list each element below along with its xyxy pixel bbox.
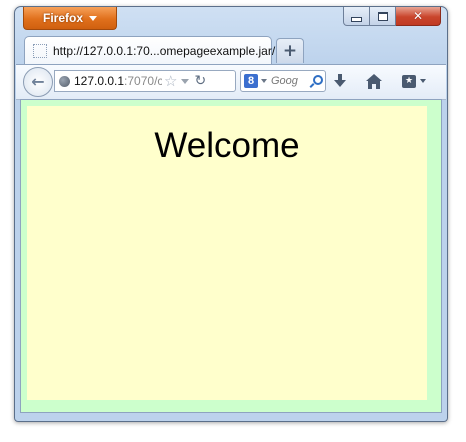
home-button[interactable]: [366, 73, 382, 89]
chevron-down-icon: [89, 15, 97, 21]
search-input-placeholder: Goog: [271, 75, 298, 87]
window-controls: ✕: [343, 7, 441, 26]
downloads-button[interactable]: [332, 73, 348, 89]
star-icon[interactable]: ☆: [164, 73, 177, 89]
page-heading: Welcome: [154, 126, 300, 165]
bookmarks-menu-button[interactable]: ★: [402, 73, 434, 89]
tab-title: http://127.0.0.1:70...omepageexample.jar…: [53, 43, 276, 58]
page-viewport: Welcome: [20, 99, 442, 413]
tab-active[interactable]: http://127.0.0.1:70...omepageexample.jar…: [24, 36, 276, 64]
search-engine-icon[interactable]: 8: [244, 74, 258, 88]
browser-window: Firefox ✕ http://127.0.0.1:70...omepagee…: [14, 6, 448, 422]
back-button[interactable]: ←: [23, 67, 53, 97]
search-engine-chevron-icon[interactable]: [261, 79, 267, 83]
search-bar[interactable]: 8 Goog: [240, 70, 326, 92]
maximize-button[interactable]: [370, 7, 396, 26]
url-path: :7070/c: [124, 74, 162, 88]
download-arrow-icon: [334, 73, 346, 87]
navigation-toolbar: ← 127.0.0.1:7070/c ☆ ↻ 8 Goog ★: [16, 64, 446, 100]
plus-icon: +: [282, 40, 298, 61]
firefox-menu-label: Firefox: [42, 11, 83, 25]
close-icon: ✕: [412, 9, 424, 23]
firefox-menu-button[interactable]: Firefox: [23, 7, 117, 30]
home-icon: [366, 73, 382, 89]
new-tab-button[interactable]: +: [276, 38, 304, 63]
url-text: 127.0.0.1:7070/c: [74, 74, 162, 88]
url-history-dropdown-icon[interactable]: [181, 78, 190, 84]
close-button[interactable]: ✕: [396, 7, 441, 26]
maximize-icon: [377, 11, 388, 21]
url-host: 127.0.0.1: [74, 74, 125, 88]
bookmarks-icon: ★: [402, 74, 416, 88]
page-favicon-icon: [33, 43, 47, 58]
url-bar[interactable]: 127.0.0.1:7070/c ☆ ↻: [54, 70, 236, 92]
minimize-icon: [351, 16, 362, 22]
reload-icon[interactable]: ↻: [194, 74, 206, 88]
back-arrow-icon: ←: [31, 72, 45, 91]
globe-icon: [59, 75, 70, 87]
chevron-down-icon: [420, 79, 426, 83]
content-area: Welcome: [27, 106, 427, 400]
search-icon[interactable]: [309, 74, 323, 88]
minimize-button[interactable]: [343, 7, 370, 26]
